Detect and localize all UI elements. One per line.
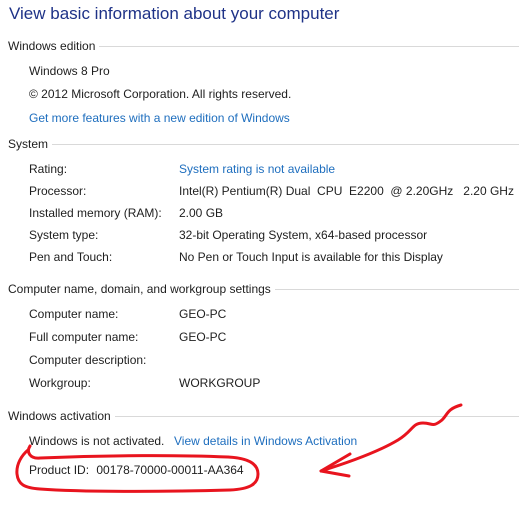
annotation-ellipse (15, 444, 260, 493)
annotation-overlay (15, 403, 463, 493)
annotation-arrow-shaft (319, 403, 463, 473)
